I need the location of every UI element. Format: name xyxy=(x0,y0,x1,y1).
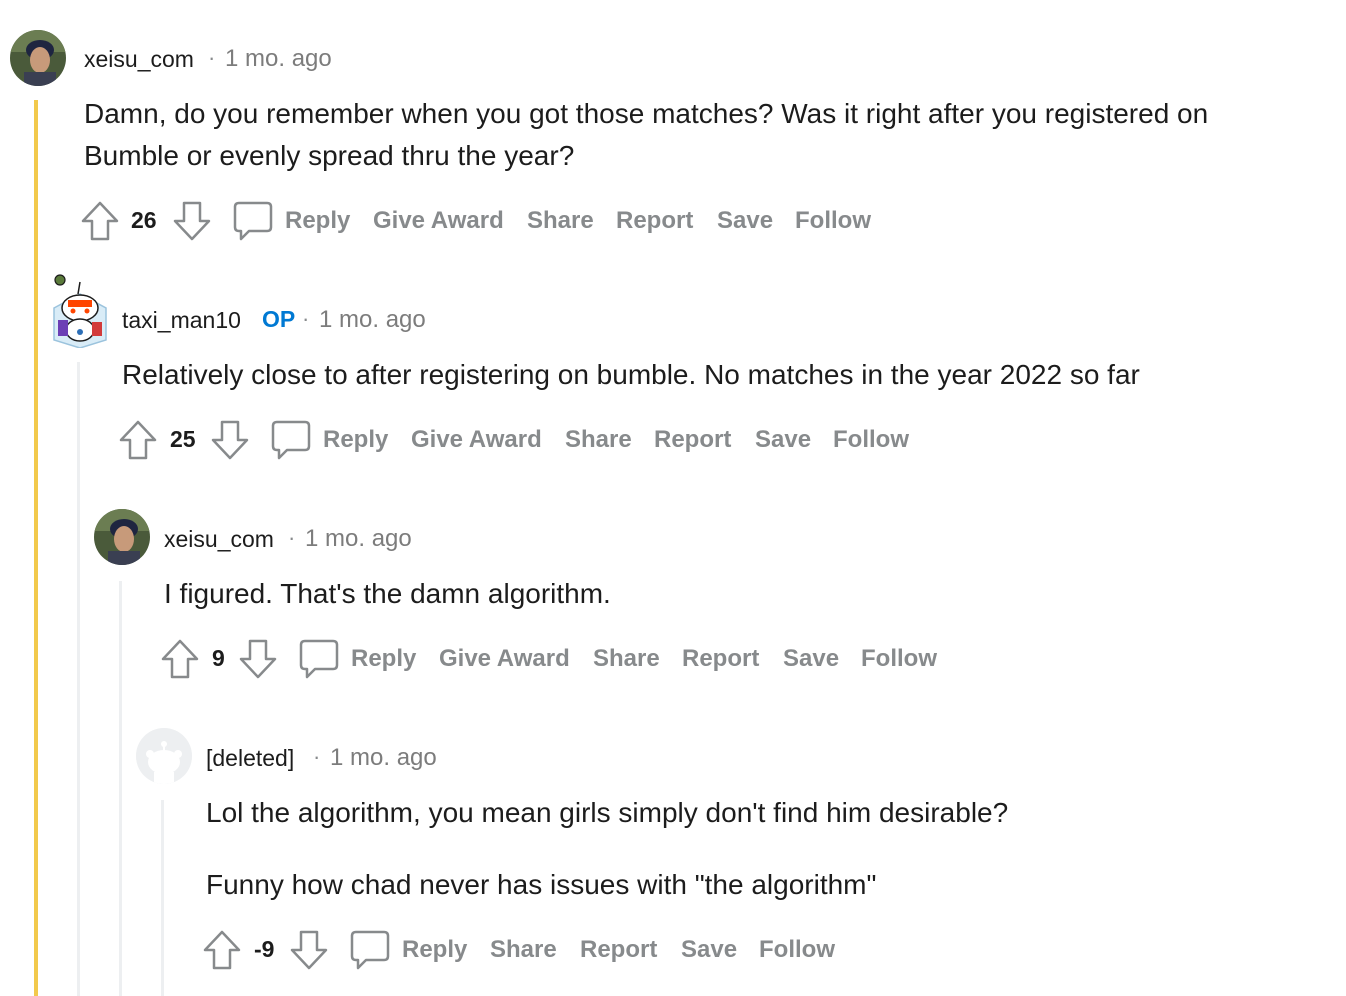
follow-button[interactable]: Follow xyxy=(861,645,937,673)
reply-button[interactable]: Reply xyxy=(351,645,416,673)
report-button[interactable]: Report xyxy=(616,207,693,235)
give-award-button[interactable]: Give Award xyxy=(439,645,570,673)
upvote-icon[interactable] xyxy=(161,639,199,684)
share-button[interactable]: Share xyxy=(565,426,632,454)
separator: · xyxy=(208,45,216,70)
reply-button[interactable]: Reply xyxy=(402,936,467,964)
username: [deleted] xyxy=(206,745,295,771)
comment-bubble-icon[interactable] xyxy=(233,201,273,246)
reply-button[interactable]: Reply xyxy=(285,207,350,235)
comment-bubble-icon[interactable] xyxy=(299,639,339,684)
deleted-user-avatar xyxy=(136,728,192,784)
vote-score: 9 xyxy=(212,645,225,671)
vote-score: -9 xyxy=(254,936,275,962)
op-flair-badge: OP xyxy=(262,306,296,332)
timestamp[interactable]: 1 mo. ago xyxy=(319,306,426,334)
timestamp[interactable]: 1 mo. ago xyxy=(330,744,437,772)
downvote-icon[interactable] xyxy=(173,201,211,246)
give-award-button[interactable]: Give Award xyxy=(411,426,542,454)
vote-score: 25 xyxy=(170,426,196,452)
save-button[interactable]: Save xyxy=(717,207,773,235)
timestamp[interactable]: 1 mo. ago xyxy=(305,525,412,553)
reply-button[interactable]: Reply xyxy=(323,426,388,454)
comment-body-line: Damn, do you remember when you got those… xyxy=(84,98,1209,129)
user-photo-avatar[interactable] xyxy=(10,30,66,86)
username[interactable]: xeisu_com xyxy=(164,526,274,553)
comment-bubble-icon[interactable] xyxy=(350,930,390,975)
comment-bubble-icon[interactable] xyxy=(271,420,311,465)
save-button[interactable]: Save xyxy=(755,426,811,454)
username[interactable]: xeisu_com xyxy=(84,46,194,73)
snoo-avatar[interactable] xyxy=(50,270,110,349)
upvote-icon[interactable] xyxy=(203,930,241,975)
vote-score: 26 xyxy=(131,207,157,233)
report-button[interactable]: Report xyxy=(654,426,731,454)
thread-line[interactable] xyxy=(77,362,80,996)
comment-body-line: Lol the algorithm, you mean girls simply… xyxy=(206,797,1009,828)
report-button[interactable]: Report xyxy=(682,645,759,673)
thread-line[interactable] xyxy=(119,581,122,996)
comment-body-line: Relatively close to after registering on… xyxy=(122,359,1140,390)
downvote-icon[interactable] xyxy=(239,639,277,684)
follow-button[interactable]: Follow xyxy=(833,426,909,454)
thread-line[interactable] xyxy=(161,800,164,996)
separator: · xyxy=(288,525,296,550)
timestamp[interactable]: 1 mo. ago xyxy=(225,45,332,73)
upvote-icon[interactable] xyxy=(81,201,119,246)
save-button[interactable]: Save xyxy=(783,645,839,673)
separator: · xyxy=(302,306,310,331)
share-button[interactable]: Share xyxy=(593,645,660,673)
separator: · xyxy=(313,744,321,769)
downvote-icon[interactable] xyxy=(290,930,328,975)
comment-body-line: I figured. That's the damn algorithm. xyxy=(164,578,611,609)
upvote-icon[interactable] xyxy=(119,420,157,465)
thread-line[interactable] xyxy=(34,100,38,996)
comment-body-line: Bumble or evenly spread thru the year? xyxy=(84,140,575,171)
user-photo-avatar[interactable] xyxy=(94,509,150,565)
save-button[interactable]: Save xyxy=(681,936,737,964)
give-award-button[interactable]: Give Award xyxy=(373,207,504,235)
share-button[interactable]: Share xyxy=(490,936,557,964)
username[interactable]: taxi_man10 xyxy=(122,307,241,334)
report-button[interactable]: Report xyxy=(580,936,657,964)
follow-button[interactable]: Follow xyxy=(795,207,871,235)
comment-body-line: Funny how chad never has issues with "th… xyxy=(206,869,877,900)
follow-button[interactable]: Follow xyxy=(759,936,835,964)
share-button[interactable]: Share xyxy=(527,207,594,235)
downvote-icon[interactable] xyxy=(211,420,249,465)
